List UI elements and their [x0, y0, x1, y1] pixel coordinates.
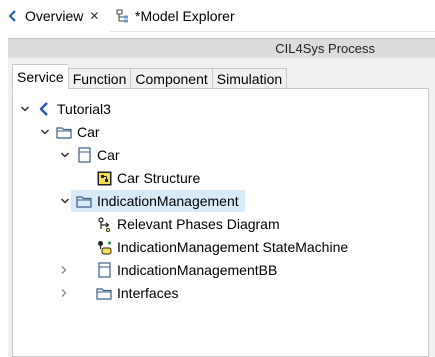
tab-component[interactable]: Component [130, 68, 212, 89]
view-tab-strip: Overview ✕ *Model Explorer [0, 0, 435, 32]
close-icon[interactable]: ✕ [89, 9, 99, 23]
tree-node-label: Interfaces [117, 285, 179, 301]
tree-node-label: Car [77, 124, 100, 140]
block-icon [76, 147, 92, 163]
tab-overview[interactable]: Overview ✕ [0, 0, 110, 32]
tree-node-indication-state-machine[interactable]: IndicationManagement StateMachine [79, 236, 354, 258]
tree-node-tutorial3[interactable]: Tutorial3 [19, 98, 117, 120]
chevron-down-icon[interactable] [39, 121, 51, 143]
tree-node-interfaces[interactable]: Interfaces [61, 282, 184, 304]
tree-node-indication-management[interactable]: IndicationManagement [59, 190, 245, 212]
state-machine-icon [96, 239, 112, 255]
package-icon [96, 285, 112, 301]
tree-node-car-structure[interactable]: Car Structure [79, 167, 206, 189]
block-icon [96, 262, 112, 278]
package-icon [76, 193, 92, 209]
model-explorer-icon [116, 9, 130, 23]
process-header-title: CIL4Sys Process [275, 41, 375, 56]
tree-node-indication-management-bb[interactable]: IndicationManagementBB [61, 259, 283, 281]
tab-model-explorer[interactable]: *Model Explorer [110, 0, 250, 32]
chevron-down-icon[interactable] [59, 190, 71, 212]
tree-node-label: IndicationManagement StateMachine [117, 239, 349, 255]
process-tabs: Service Function Component Simulation [12, 64, 288, 89]
tab-simulation-label: Simulation [216, 70, 283, 87]
overview-icon [6, 9, 20, 23]
package-icon [56, 124, 72, 140]
tree-node-label: Car [97, 147, 120, 163]
chevron-down-icon[interactable] [19, 98, 31, 120]
tree-node-car-block[interactable]: Car [59, 144, 126, 166]
process-panel: Service Function Component Simulation Tu… [8, 58, 435, 357]
chevron-right-icon[interactable] [59, 259, 91, 281]
structure-diagram-icon [96, 170, 112, 186]
tab-model-explorer-label: *Model Explorer [135, 8, 235, 24]
tree-node-car-package[interactable]: Car [39, 121, 106, 143]
chevron-right-icon[interactable] [59, 282, 91, 304]
tree-node-relevant-phases-diagram[interactable]: Relevant Phases Diagram [79, 213, 286, 235]
tab-component-label: Component [135, 70, 208, 87]
chevron-down-icon[interactable] [59, 144, 71, 166]
process-header: CIL4Sys Process [8, 38, 435, 58]
tab-function[interactable]: Function [67, 68, 131, 89]
tab-service-label: Service [17, 68, 64, 85]
tree-node-label: Tutorial3 [57, 101, 111, 117]
tab-service[interactable]: Service [12, 64, 68, 89]
tab-simulation[interactable]: Simulation [211, 68, 288, 89]
tab-function-label: Function [72, 70, 127, 87]
model-icon [36, 101, 52, 117]
phases-diagram-icon [96, 216, 112, 232]
tree-node-label: IndicationManagement [97, 193, 239, 209]
tab-overview-label: Overview [25, 8, 84, 24]
tree-node-label: IndicationManagementBB [117, 262, 278, 278]
tree-node-label: Car Structure [117, 170, 201, 186]
service-tree-frame: Tutorial3 Car Car Car Structure Indicati… [12, 88, 429, 357]
tree-node-label: Relevant Phases Diagram [117, 216, 280, 232]
